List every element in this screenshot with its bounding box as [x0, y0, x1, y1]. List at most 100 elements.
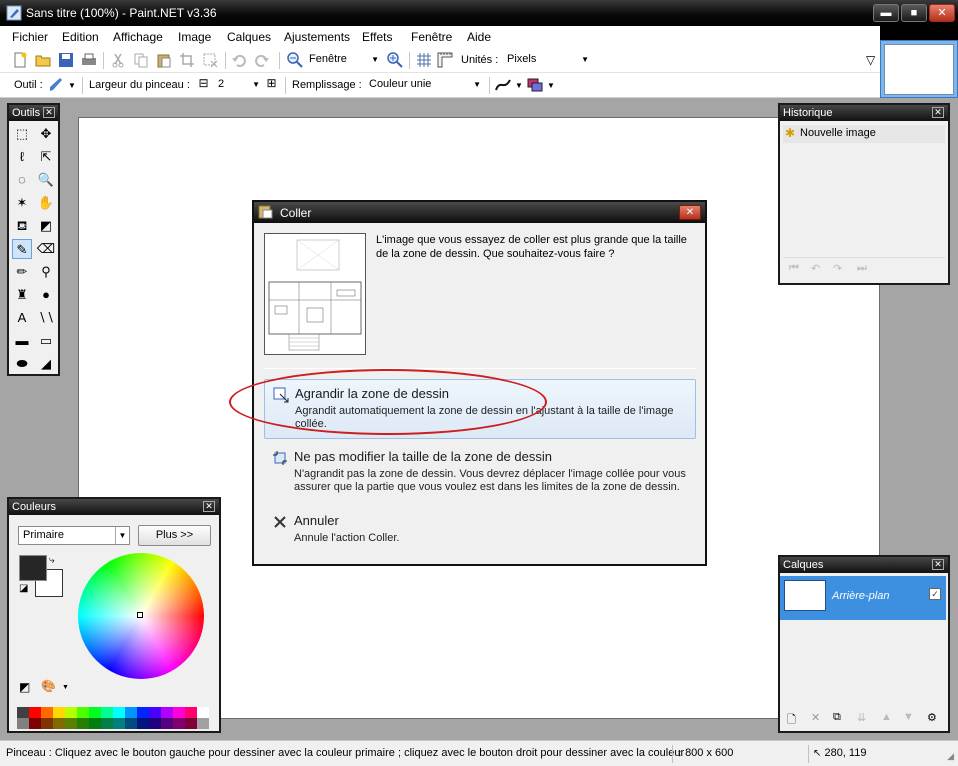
close-icon[interactable]: ✕	[932, 107, 944, 118]
freeform-shape-icon[interactable]: ◢	[36, 354, 56, 374]
crop-icon[interactable]	[179, 52, 195, 68]
enlarge-canvas-option[interactable]: Agrandir la zone de dessin Agrandit auto…	[264, 379, 696, 439]
move-pixels-icon[interactable]: ⇱	[36, 147, 56, 167]
palette-swatch[interactable]	[113, 707, 125, 718]
layer-row[interactable]: Arrière-plan ✓	[780, 576, 946, 620]
text-icon[interactable]: A	[12, 308, 32, 328]
funnel-icon[interactable]: ▽	[866, 53, 875, 67]
menu-calques[interactable]: Calques	[227, 30, 271, 44]
eraser-icon[interactable]: ⌫	[36, 239, 56, 259]
rewind-icon[interactable]: ⏮	[789, 262, 799, 275]
history-undo-icon[interactable]: ↶	[811, 262, 820, 275]
clone-stamp-icon[interactable]: ♜	[12, 285, 32, 305]
cancel-paste-option[interactable]: Annuler Annule l'action Coller.	[264, 507, 696, 555]
menu-affichage[interactable]: Affichage	[113, 30, 163, 44]
move-selection-icon[interactable]: ✥	[36, 124, 56, 144]
maximize-button[interactable]: ■	[901, 4, 927, 22]
palette-swatch[interactable]	[125, 718, 137, 729]
ellipse-select-icon[interactable]: ◌	[12, 170, 32, 190]
chevron-down-icon[interactable]: ▼	[68, 81, 76, 90]
fill-select[interactable]: Couleur unie ▼	[365, 76, 485, 95]
new-file-icon[interactable]	[12, 52, 28, 68]
history-item[interactable]: ✱ Nouvelle image	[783, 125, 945, 143]
palette-swatch[interactable]	[149, 707, 161, 718]
move-layer-down-icon[interactable]: ▼	[903, 711, 914, 723]
paintbrush-icon[interactable]	[48, 77, 64, 93]
chevron-down-icon[interactable]: ▼	[547, 81, 555, 90]
palette-swatch[interactable]	[173, 707, 185, 718]
paintbrush-icon[interactable]: ✎	[12, 239, 32, 259]
palette-swatch[interactable]	[137, 707, 149, 718]
palette-swatch[interactable]	[185, 707, 197, 718]
menu-image[interactable]: Image	[178, 30, 211, 44]
close-icon[interactable]: ✕	[932, 559, 944, 570]
close-button[interactable]: ✕	[929, 4, 955, 22]
copy-icon[interactable]	[133, 52, 149, 68]
palette-swatch[interactable]	[101, 707, 113, 718]
save-icon[interactable]	[58, 52, 74, 68]
grid-icon[interactable]	[416, 52, 432, 68]
antialiasing-icon[interactable]	[495, 77, 511, 93]
palette-swatch[interactable]	[41, 707, 53, 718]
layer-properties-icon[interactable]: ⚙	[927, 711, 937, 724]
zoom-icon[interactable]: 🔍	[36, 170, 56, 190]
palette-swatch[interactable]	[29, 707, 41, 718]
palette-swatch[interactable]	[185, 718, 197, 729]
merge-layer-icon[interactable]: ⇊	[857, 711, 866, 724]
brush-width-select[interactable]: 2 ▼	[214, 76, 264, 95]
duplicate-layer-icon[interactable]: ⧉	[833, 711, 841, 724]
history-redo-icon[interactable]: ↷	[833, 262, 842, 275]
recolor-icon[interactable]: ●	[36, 285, 56, 305]
palette-swatch[interactable]	[173, 718, 185, 729]
swap-colors-icon[interactable]: ⤷	[49, 555, 55, 566]
close-icon[interactable]: ✕	[43, 107, 55, 118]
palette-swatch[interactable]	[137, 718, 149, 729]
menu-fenetre[interactable]: Fenêtre	[411, 30, 452, 44]
units-select[interactable]: Pixels ▼	[503, 51, 593, 70]
primary-color-swatch[interactable]	[19, 555, 47, 581]
gradient-icon[interactable]: ◩	[36, 216, 56, 236]
palette-swatch[interactable]	[53, 718, 65, 729]
palette-swatch[interactable]	[125, 707, 137, 718]
magic-wand-icon[interactable]: ✶	[12, 193, 32, 213]
undo-icon[interactable]	[231, 52, 247, 68]
fast-forward-icon[interactable]: ⏭	[857, 262, 867, 275]
palette-swatch[interactable]	[89, 718, 101, 729]
decrease-width-button[interactable]: ⊟	[198, 77, 209, 90]
menu-fichier[interactable]: Fichier	[12, 30, 48, 44]
palette-swatch[interactable]	[77, 718, 89, 729]
pencil-icon[interactable]: ✏	[12, 262, 32, 282]
color-wheel[interactable]	[78, 553, 204, 679]
increase-width-button[interactable]: ⊞	[266, 77, 277, 90]
palette-swatch[interactable]	[77, 707, 89, 718]
menu-edition[interactable]: Edition	[62, 30, 99, 44]
image-thumbnail-tab[interactable]	[880, 40, 958, 98]
add-to-palette-icon[interactable]: ◩	[19, 680, 30, 694]
color-mode-select[interactable]: Primaire ▼	[18, 526, 130, 545]
palette-swatch[interactable]	[17, 718, 29, 729]
paint-bucket-icon[interactable]: ⛾	[12, 216, 32, 236]
reset-colors-icon[interactable]: ◪	[19, 583, 28, 594]
resize-grip-icon[interactable]: ◢	[947, 751, 954, 762]
palette-swatch[interactable]	[101, 718, 113, 729]
open-file-icon[interactable]	[35, 52, 51, 68]
close-icon[interactable]: ✕	[203, 501, 215, 512]
palette-swatch[interactable]	[149, 718, 161, 729]
minimize-button[interactable]: ▬	[873, 4, 899, 22]
zoom-in-icon[interactable]	[387, 52, 403, 68]
rulers-icon[interactable]	[437, 52, 453, 68]
palette-swatch[interactable]	[89, 707, 101, 718]
add-layer-icon[interactable]: 🗋	[787, 711, 796, 730]
delete-layer-icon[interactable]: ✕	[811, 711, 820, 724]
deselect-icon[interactable]	[202, 52, 218, 68]
palette-swatch[interactable]	[53, 707, 65, 718]
chevron-down-icon[interactable]: ▼	[515, 81, 523, 90]
rectangle-icon[interactable]: ▬	[12, 331, 32, 351]
palette-swatch[interactable]	[197, 707, 209, 718]
print-icon[interactable]	[81, 52, 97, 68]
palette-swatch[interactable]	[113, 718, 125, 729]
cut-icon[interactable]	[110, 52, 126, 68]
palette-swatch[interactable]	[29, 718, 41, 729]
redo-icon[interactable]	[254, 52, 270, 68]
dialog-close-button[interactable]: ✕	[679, 205, 701, 220]
